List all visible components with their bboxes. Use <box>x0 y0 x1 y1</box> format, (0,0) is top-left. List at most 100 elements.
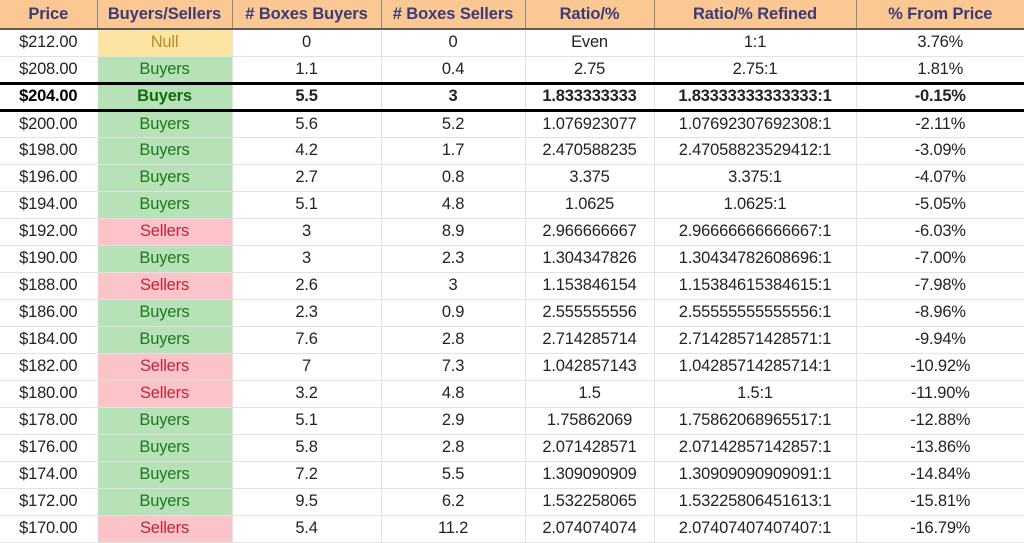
cell-ratio[interactable]: 1.833333333 <box>525 81 655 112</box>
cell-boxes_buy[interactable]: 3.2 <box>232 380 382 408</box>
cell-sentiment-buyers[interactable]: Buyers <box>97 434 233 462</box>
cell-ratio_ref[interactable]: 3.375:1 <box>654 164 857 192</box>
cell-boxes_buy[interactable]: 5.5 <box>232 81 382 112</box>
cell-sentiment-null[interactable]: Null <box>97 29 233 57</box>
cell-boxes_buy[interactable]: 0 <box>232 29 382 57</box>
cell-sentiment-buyers[interactable]: Buyers <box>97 137 233 165</box>
cell-boxes_sel[interactable]: 0.9 <box>381 299 526 327</box>
column-header-pct_from[interactable]: % From Price <box>856 0 1024 30</box>
cell-sentiment-sellers[interactable]: Sellers <box>97 380 233 408</box>
cell-sentiment-buyers[interactable]: Buyers <box>97 461 233 489</box>
cell-pct_from[interactable]: -9.94% <box>856 326 1024 354</box>
cell-boxes_sel[interactable]: 6.2 <box>381 488 526 516</box>
cell-boxes_sel[interactable]: 0.8 <box>381 164 526 192</box>
cell-ratio_ref[interactable]: 2.96666666666667:1 <box>654 218 857 246</box>
cell-sentiment-buyers[interactable]: Buyers <box>97 326 233 354</box>
cell-ratio_ref[interactable]: 1.15384615384615:1 <box>654 272 857 300</box>
cell-price[interactable]: $190.00 <box>0 245 98 273</box>
cell-boxes_buy[interactable]: 9.5 <box>232 488 382 516</box>
cell-ratio[interactable]: 2.071428571 <box>525 434 655 462</box>
cell-pct_from[interactable]: -5.05% <box>856 191 1024 219</box>
cell-pct_from[interactable]: -15.81% <box>856 488 1024 516</box>
cell-boxes_buy[interactable]: 2.6 <box>232 272 382 300</box>
cell-price[interactable]: $170.00 <box>0 515 98 543</box>
cell-sentiment-buyers[interactable]: Buyers <box>97 110 233 138</box>
cell-ratio_ref[interactable]: 1.04285714285714:1 <box>654 353 857 381</box>
cell-boxes_buy[interactable]: 4.2 <box>232 137 382 165</box>
cell-boxes_buy[interactable]: 2.3 <box>232 299 382 327</box>
column-header-sentiment[interactable]: Buyers/Sellers <box>97 0 233 30</box>
table-row[interactable]: $198.00 Buyers 4.2 1.7 2.470588235 2.47058823… <box>0 137 1024 165</box>
cell-ratio[interactable]: 1.076923077 <box>525 110 655 138</box>
cell-sentiment-sellers[interactable]: Sellers <box>97 272 233 300</box>
cell-boxes_sel[interactable]: 3 <box>381 272 526 300</box>
table-row[interactable]: $186.00 Buyers 2.3 0.9 2.555555556 2.55555555… <box>0 299 1024 327</box>
cell-ratio[interactable]: 1.309090909 <box>525 461 655 489</box>
cell-ratio_ref[interactable]: 1:1 <box>654 29 857 57</box>
cell-ratio[interactable]: 1.5 <box>525 380 655 408</box>
cell-price[interactable]: $176.00 <box>0 434 98 462</box>
cell-boxes_buy[interactable]: 7.6 <box>232 326 382 354</box>
cell-sentiment-buyers[interactable]: Buyers <box>97 56 233 83</box>
cell-boxes_sel[interactable]: 4.8 <box>381 191 526 219</box>
cell-price[interactable]: $180.00 <box>0 380 98 408</box>
cell-ratio_ref[interactable]: 2.75:1 <box>654 56 857 83</box>
table-row[interactable]: $172.00 Buyers 9.5 6.2 1.532258065 1.53225806… <box>0 488 1024 516</box>
cell-price[interactable]: $174.00 <box>0 461 98 489</box>
cell-boxes_sel[interactable]: 3 <box>381 81 526 112</box>
cell-price[interactable]: $188.00 <box>0 272 98 300</box>
cell-pct_from[interactable]: -7.00% <box>856 245 1024 273</box>
cell-price[interactable]: $212.00 <box>0 29 98 57</box>
cell-sentiment-buyers[interactable]: Buyers <box>97 407 233 435</box>
cell-ratio[interactable]: 1.75862069 <box>525 407 655 435</box>
cell-ratio[interactable]: 3.375 <box>525 164 655 192</box>
cell-ratio_ref[interactable]: 1.30434782608696:1 <box>654 245 857 273</box>
cell-sentiment-sellers[interactable]: Sellers <box>97 218 233 246</box>
table-row[interactable]: $196.00 Buyers 2.7 0.8 3.375 3.375:1 -4.07% <box>0 164 1024 192</box>
cell-boxes_buy[interactable]: 2.7 <box>232 164 382 192</box>
column-header-price[interactable]: Price <box>0 0 98 30</box>
cell-ratio[interactable]: 2.75 <box>525 56 655 83</box>
cell-sentiment-sellers[interactable]: Sellers <box>97 353 233 381</box>
cell-ratio_ref[interactable]: 1.83333333333333:1 <box>654 81 857 112</box>
cell-price[interactable]: $178.00 <box>0 407 98 435</box>
table-row[interactable]: $180.00 Sellers 3.2 4.8 1.5 1.5:1 -11.90% <box>0 380 1024 408</box>
cell-ratio_ref[interactable]: 2.71428571428571:1 <box>654 326 857 354</box>
cell-boxes_sel[interactable]: 0.4 <box>381 56 526 83</box>
cell-ratio_ref[interactable]: 1.30909090909091:1 <box>654 461 857 489</box>
cell-pct_from[interactable]: -6.03% <box>856 218 1024 246</box>
cell-boxes_sel[interactable]: 7.3 <box>381 353 526 381</box>
cell-ratio_ref[interactable]: 2.07142857142857:1 <box>654 434 857 462</box>
column-header-boxes_buy[interactable]: # Boxes Buyers <box>232 0 382 30</box>
table-row[interactable]: $194.00 Buyers 5.1 4.8 1.0625 1.0625:1 -5.05% <box>0 191 1024 219</box>
cell-ratio_ref[interactable]: 1.07692307692308:1 <box>654 110 857 138</box>
cell-price[interactable]: $194.00 <box>0 191 98 219</box>
cell-ratio[interactable]: 1.0625 <box>525 191 655 219</box>
cell-pct_from[interactable]: -2.11% <box>856 110 1024 138</box>
cell-pct_from[interactable]: -7.98% <box>856 272 1024 300</box>
cell-price[interactable]: $200.00 <box>0 110 98 138</box>
table-row[interactable]: $190.00 Buyers 3 2.3 1.304347826 1.3043478260… <box>0 245 1024 273</box>
cell-boxes_sel[interactable]: 2.8 <box>381 434 526 462</box>
cell-sentiment-buyers[interactable]: Buyers <box>97 81 233 112</box>
cell-boxes_sel[interactable]: 0 <box>381 29 526 57</box>
cell-pct_from[interactable]: -14.84% <box>856 461 1024 489</box>
cell-boxes_sel[interactable]: 2.9 <box>381 407 526 435</box>
cell-sentiment-buyers[interactable]: Buyers <box>97 191 233 219</box>
cell-pct_from[interactable]: -4.07% <box>856 164 1024 192</box>
cell-sentiment-buyers[interactable]: Buyers <box>97 488 233 516</box>
cell-boxes_sel[interactable]: 5.2 <box>381 110 526 138</box>
cell-pct_from[interactable]: 1.81% <box>856 56 1024 83</box>
table-row[interactable]: $170.00 Sellers 5.4 11.2 2.074074074 2.074074… <box>0 515 1024 543</box>
cell-price[interactable]: $208.00 <box>0 56 98 83</box>
cell-ratio[interactable]: 2.555555556 <box>525 299 655 327</box>
cell-ratio[interactable]: 1.042857143 <box>525 353 655 381</box>
cell-price[interactable]: $186.00 <box>0 299 98 327</box>
cell-price[interactable]: $184.00 <box>0 326 98 354</box>
cell-pct_from[interactable]: -3.09% <box>856 137 1024 165</box>
cell-boxes_sel[interactable]: 4.8 <box>381 380 526 408</box>
table-row[interactable]: $204.00 Buyers 5.5 3 1.833333333 1.8333333333… <box>0 81 1024 112</box>
table-row[interactable]: $192.00 Sellers 3 8.9 2.966666667 2.966666666… <box>0 218 1024 246</box>
cell-boxes_buy[interactable]: 3 <box>232 245 382 273</box>
cell-sentiment-buyers[interactable]: Buyers <box>97 245 233 273</box>
